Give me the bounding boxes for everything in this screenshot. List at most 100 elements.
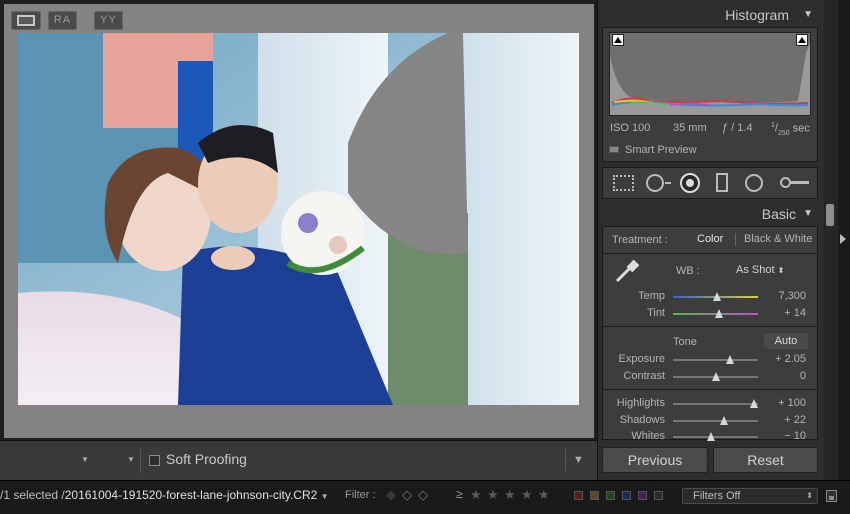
flag-filter[interactable]: ◆ ◇ ◇ <box>386 487 438 503</box>
auto-tone-button[interactable]: Auto <box>764 333 808 349</box>
shadow-clipping-toggle[interactable] <box>612 34 624 46</box>
rating-operator[interactable]: ≥ <box>456 487 463 501</box>
histogram-graph <box>609 32 811 116</box>
histogram-plot <box>610 43 810 115</box>
previous-button[interactable]: Previous <box>602 447 708 473</box>
split-dropdown-icon[interactable]: ▼ <box>127 455 135 464</box>
section-divider <box>603 253 818 254</box>
eyedropper-icon[interactable] <box>611 257 641 287</box>
contrast-slider-thumb[interactable] <box>711 372 720 381</box>
treatment-color-option[interactable]: Color <box>697 233 723 245</box>
focal-length-readout: 35 mm <box>673 122 707 134</box>
graduated-filter-icon[interactable] <box>716 173 728 192</box>
highlights-value[interactable]: + 100 <box>766 397 806 409</box>
panel-scrollbar-thumb[interactable] <box>826 204 834 226</box>
star-icon[interactable]: ★ <box>504 487 516 503</box>
before-after-split-button[interactable]: YY <box>94 11 123 30</box>
filter-label: Filter : <box>345 489 376 501</box>
whites-value[interactable]: − 10 <box>766 430 806 442</box>
flag-diamond-icon: ◇ <box>418 487 428 502</box>
reset-button[interactable]: Reset <box>713 447 818 473</box>
highlights-slider[interactable] <box>673 399 758 408</box>
whites-label: Whites <box>631 430 665 442</box>
exposure-label: Exposure <box>618 353 665 365</box>
star-icon[interactable]: ★ <box>487 487 499 503</box>
shadows-slider[interactable] <box>673 416 758 425</box>
exposure-slider-thumb[interactable] <box>725 355 734 364</box>
temp-value[interactable]: 7,300 <box>766 290 806 302</box>
soft-proofing-checkbox[interactable] <box>149 455 160 466</box>
brush-handle <box>790 181 809 184</box>
red-eye-icon[interactable] <box>680 173 700 193</box>
flag-diamond-icon: ◆ <box>386 487 396 502</box>
color-label-green[interactable] <box>606 491 615 500</box>
loupe-view-icon <box>17 15 35 26</box>
crop-tool-icon[interactable] <box>613 175 634 191</box>
shadows-value[interactable]: + 22 <box>766 414 806 426</box>
section-divider <box>603 326 818 327</box>
shadows-slider-thumb[interactable] <box>720 416 728 425</box>
contrast-value[interactable]: 0 <box>766 370 806 382</box>
panel-scrollbar[interactable] <box>824 0 838 480</box>
tint-value[interactable]: + 14 <box>766 307 806 319</box>
histogram-title: Histogram <box>725 7 789 23</box>
lock-icon[interactable] <box>826 490 837 502</box>
whites-slider-thumb[interactable] <box>707 432 716 441</box>
contrast-slider[interactable] <box>673 372 758 381</box>
shutter-unit: sec <box>789 122 810 135</box>
treatment-bw-option[interactable]: Black & White <box>744 233 812 245</box>
tint-label: Tint <box>647 307 665 319</box>
wb-select[interactable]: As Shot ⬍ <box>736 264 784 276</box>
before-after-dropdown-icon[interactable]: ▼ <box>81 455 89 464</box>
temp-label: Temp <box>638 290 665 302</box>
updown-icon: ⬍ <box>806 491 813 500</box>
color-label-blue[interactable] <box>622 491 631 500</box>
exposure-slider[interactable] <box>673 355 758 364</box>
filename-dropdown-icon: ▼ <box>320 492 329 501</box>
shadows-label: Shadows <box>619 414 665 426</box>
highlights-slider-thumb[interactable] <box>749 399 758 408</box>
color-label-red[interactable] <box>574 491 583 500</box>
before-after-button[interactable]: RA <box>48 11 77 30</box>
iso-readout: ISO 100 <box>610 122 651 134</box>
updown-icon: ⬍ <box>777 266 785 275</box>
triangle-up-icon <box>614 37 622 43</box>
star-icon[interactable]: ★ <box>470 487 482 503</box>
adjustment-brush-icon[interactable] <box>780 177 810 188</box>
filename: 20161004-191520-forest-lane-johnson-city… <box>64 488 318 502</box>
toolbar-menu-button[interactable]: ▼ <box>565 449 591 471</box>
triangle-right-icon <box>840 234 846 244</box>
color-label-none[interactable] <box>654 491 663 500</box>
spot-removal-icon[interactable] <box>646 174 664 192</box>
filters-off-select[interactable]: Filters Off ⬍ <box>682 488 818 504</box>
loupe-view-button[interactable] <box>11 11 41 30</box>
tint-slider-thumb[interactable] <box>714 309 723 318</box>
selection-info[interactable]: /1 selected /20161004-191520-forest-lane… <box>0 488 329 502</box>
aperture-readout: ƒ / 1.4 <box>722 122 753 134</box>
toolbar-divider <box>140 449 141 473</box>
flag-diamond-icon: ◇ <box>402 487 412 502</box>
selected-count: /1 selected / <box>0 488 65 502</box>
spot-removal-arrow <box>665 182 671 184</box>
histogram-header[interactable]: Histogram ▼ <box>597 2 823 26</box>
highlight-clipping-toggle[interactable] <box>796 34 808 46</box>
red-eye-pupil <box>686 179 694 187</box>
exposure-value[interactable]: + 2.05 <box>766 353 806 365</box>
tint-slider[interactable] <box>673 309 758 318</box>
photo[interactable] <box>18 33 579 405</box>
star-icon[interactable]: ★ <box>538 487 550 503</box>
color-label-yellow[interactable] <box>590 491 599 500</box>
filters-off-value: Filters Off <box>693 490 741 502</box>
soft-proofing-label: Soft Proofing <box>166 451 247 467</box>
star-icon[interactable]: ★ <box>521 487 533 503</box>
radial-filter-icon[interactable] <box>745 174 763 192</box>
right-panel-edge[interactable] <box>838 0 850 480</box>
wb-label: WB : <box>676 265 700 277</box>
temp-slider[interactable] <box>673 292 758 301</box>
before-after-split-icon: YY <box>100 14 117 26</box>
color-label-purple[interactable] <box>638 491 647 500</box>
basic-header[interactable]: Basic ▼ <box>597 202 823 226</box>
whites-slider[interactable] <box>673 432 758 441</box>
temp-slider-thumb[interactable] <box>713 292 722 301</box>
wb-value: As Shot <box>736 264 775 276</box>
